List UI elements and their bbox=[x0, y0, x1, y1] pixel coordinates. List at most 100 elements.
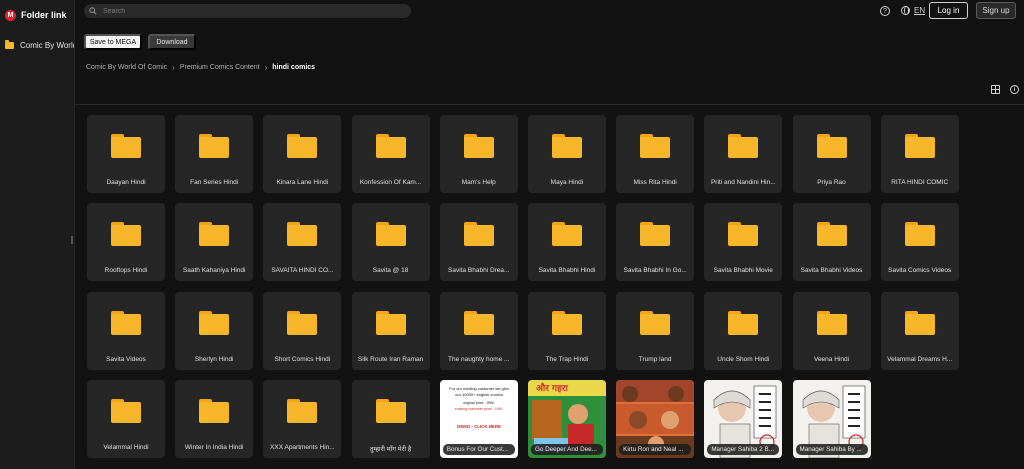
thumb-text-line: For our existing customer we give bbox=[449, 386, 510, 391]
app-window: M Folder link Comic By World ? EN Log in… bbox=[0, 0, 1024, 469]
folder-icon bbox=[375, 398, 406, 423]
folder-tile[interactable]: The Trap Hindi bbox=[527, 291, 606, 370]
folder-icon bbox=[199, 134, 230, 158]
mega-logo-icon: M bbox=[5, 9, 16, 21]
folder-tile[interactable]: The naughty home ... bbox=[439, 291, 518, 370]
folder-tile[interactable]: Savita Videos bbox=[87, 291, 165, 370]
folder-tile[interactable]: Velammal Dreams H... bbox=[880, 291, 959, 370]
folder-tile[interactable]: Kinara Lane Hindi bbox=[263, 115, 342, 193]
folder-name: SAVAITA HINDI CO... bbox=[271, 267, 334, 275]
folder-name: Trump land bbox=[638, 355, 672, 363]
file-name: Manager Sahiba By ... bbox=[795, 443, 868, 455]
folder-name: Priya Rao bbox=[817, 179, 846, 186]
breadcrumb-current: hindi comics bbox=[272, 64, 316, 71]
signup-button[interactable]: Sign up bbox=[976, 2, 1016, 19]
folder-icon bbox=[463, 310, 494, 335]
folder-name: RITA HINDI COMIC bbox=[891, 179, 949, 186]
folder-tile[interactable]: Mam's Help bbox=[439, 115, 518, 193]
folder-name: Daayan Hindi bbox=[106, 179, 146, 186]
sidebar-resize-handle[interactable] bbox=[71, 236, 73, 244]
folder-name: Velammal Hindi bbox=[103, 443, 149, 451]
folder-icon bbox=[816, 310, 847, 335]
folder-icon bbox=[287, 398, 318, 423]
language-selector[interactable]: EN bbox=[914, 6, 925, 15]
folder-tile[interactable]: Winter In India Hindi bbox=[175, 379, 254, 458]
folder-name: Mam's Help bbox=[461, 179, 496, 186]
breadcrumb-item[interactable]: Premium Comics Content bbox=[180, 64, 260, 71]
file-tile[interactable]: Manager Sahiba 2 B... bbox=[704, 379, 783, 458]
thumb-text-line: our 10000+ english comics bbox=[455, 392, 503, 397]
folder-tile[interactable]: Saath Kahaniya Hindi bbox=[175, 203, 254, 282]
help-icon[interactable]: ? bbox=[880, 6, 890, 16]
grid-view-icon[interactable] bbox=[991, 85, 1000, 94]
folder-name: Konfession Of Kam... bbox=[359, 179, 422, 186]
folder-tile[interactable]: Veena Hindi bbox=[792, 291, 871, 370]
folder-tile[interactable]: Maya Hindi bbox=[527, 115, 606, 193]
folder-name: Kinara Lane Hindi bbox=[276, 179, 329, 186]
folder-tile[interactable]: Konfession Of Kam... bbox=[351, 115, 430, 193]
folder-tile[interactable]: Trump land bbox=[616, 291, 695, 370]
file-grid: Daayan Hindi Fan Series Hindi Kinara Lane … bbox=[87, 115, 967, 469]
download-button[interactable]: Download bbox=[148, 34, 196, 50]
folder-tile[interactable]: Savita Bhabhi Hindi bbox=[527, 203, 606, 282]
file-tile[interactable]: और गहरा Go Deeper And Dee... bbox=[527, 379, 606, 458]
sidebar: M Folder link Comic By World bbox=[0, 0, 75, 469]
folder-tile[interactable]: Savita Bhabhi Drea... bbox=[439, 203, 518, 282]
folder-tile[interactable]: Priti and Nandini Hin... bbox=[704, 115, 783, 193]
folder-tile[interactable]: Short Comics Hindi bbox=[263, 291, 342, 370]
folder-tile[interactable]: Savita Bhabhi Videos bbox=[792, 203, 871, 282]
save-to-mega-button[interactable]: Save to MEGA bbox=[84, 34, 142, 50]
search-input[interactable] bbox=[103, 7, 383, 15]
login-button[interactable]: Log in bbox=[929, 2, 968, 19]
folder-tile[interactable]: Miss Rita Hindi bbox=[616, 115, 695, 193]
folder-icon bbox=[640, 134, 671, 158]
folder-name: Miss Rita Hindi bbox=[633, 179, 677, 186]
folder-tile[interactable]: Savita Bhabhi Movie bbox=[704, 203, 783, 282]
folder-tile[interactable]: Sherlyn Hindi bbox=[175, 291, 254, 370]
file-tile[interactable]: Kirtu Ron and Neal ... bbox=[616, 379, 695, 458]
file-tile[interactable]: Manager Sahiba By ... bbox=[792, 379, 871, 458]
folder-name: Silk Route Iran Raman bbox=[357, 355, 424, 363]
folder-icon bbox=[199, 310, 230, 335]
info-icon[interactable]: i bbox=[1010, 85, 1019, 94]
folder-tile[interactable]: Priya Rao bbox=[792, 115, 871, 193]
globe-icon[interactable] bbox=[901, 6, 910, 15]
folder-name: Priti and Nandini Hin... bbox=[710, 179, 776, 186]
folder-tile[interactable]: Savita Bhabhi In Go... bbox=[616, 203, 695, 282]
file-tile[interactable]: For our existing customer we give our 100… bbox=[439, 379, 518, 458]
folder-name: Savita Bhabhi Hindi bbox=[538, 267, 596, 275]
folder-tile[interactable]: तुम्हारी माँग मेरी है bbox=[351, 379, 430, 458]
folder-icon bbox=[640, 222, 671, 247]
folder-tile[interactable]: Velammal Hindi bbox=[87, 379, 165, 458]
folder-tile[interactable]: RITA HINDI COMIC bbox=[880, 115, 959, 193]
search-icon bbox=[89, 7, 97, 15]
folder-name: Fan Series Hindi bbox=[190, 179, 239, 186]
folder-name: Winter In India Hindi bbox=[184, 443, 244, 451]
folder-tile[interactable]: Daayan Hindi bbox=[87, 115, 165, 193]
folder-tile[interactable]: Rooftops Hindi bbox=[87, 203, 165, 282]
folder-tile[interactable]: Fan Series Hindi bbox=[175, 115, 254, 193]
folder-tile[interactable]: Uncle Shom Hindi bbox=[704, 291, 783, 370]
search-box[interactable] bbox=[84, 4, 411, 18]
folder-name: Savita Bhabhi In Go... bbox=[623, 267, 687, 275]
folder-icon bbox=[287, 222, 318, 247]
breadcrumb-item[interactable]: Comic By World Of Comic bbox=[86, 64, 167, 71]
brand-logo[interactable]: M Folder link bbox=[0, 0, 74, 30]
folder-tile[interactable]: Savita Comics Videos bbox=[880, 203, 959, 282]
thumb-text-line: DEMO - CLICK HERE bbox=[457, 424, 501, 429]
folder-name: Sherlyn Hindi bbox=[194, 355, 234, 363]
folder-tile[interactable]: SAVAITA HINDI CO... bbox=[263, 203, 342, 282]
folder-tile[interactable]: Savita @ 18 bbox=[351, 203, 430, 282]
file-name: Kirtu Ron and Neal ... bbox=[619, 443, 692, 455]
folder-icon bbox=[904, 310, 935, 335]
folder-name: तुम्हारी माँग मेरी है bbox=[369, 445, 412, 453]
sidebar-item-comic-by-world[interactable]: Comic By World bbox=[0, 39, 74, 51]
folder-icon bbox=[375, 310, 406, 335]
file-name: Go Deeper And Dee... bbox=[530, 443, 603, 455]
folder-tile[interactable]: XXX Apartments Hin... bbox=[263, 379, 342, 458]
folder-icon bbox=[904, 222, 935, 247]
thumb-text-line: existing customer price - 199/- bbox=[455, 407, 504, 411]
sidebar-item-label: Comic By World bbox=[20, 40, 74, 50]
thumb-title: और गहरा bbox=[536, 382, 569, 394]
folder-tile[interactable]: Silk Route Iran Raman bbox=[351, 291, 430, 370]
